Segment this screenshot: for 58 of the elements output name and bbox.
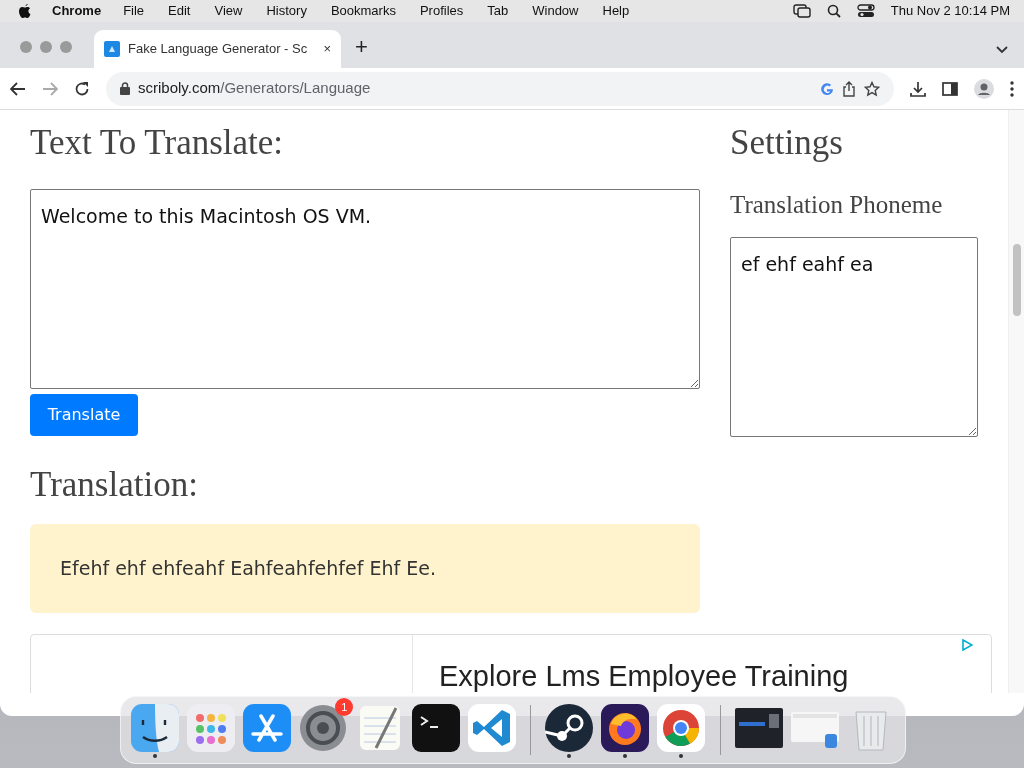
translation-text: Efehf ehf ehfeahf Eahfeahfehfef Ehf Ee. xyxy=(60,556,436,582)
face-app-icon[interactable] xyxy=(131,704,179,752)
tab-close[interactable]: × xyxy=(323,39,331,59)
google-icon[interactable] xyxy=(820,81,834,96)
tab-title: Fake Language Generator - Sc xyxy=(128,40,309,59)
menu-item[interactable]: Window xyxy=(532,1,579,21)
ad-choices-icon[interactable] xyxy=(961,639,973,651)
reload-icon[interactable] xyxy=(74,80,90,97)
lock-icon xyxy=(120,82,130,95)
gear-app-icon[interactable] xyxy=(299,704,348,752)
settings-heading: Settings xyxy=(730,122,844,164)
app-store-icon[interactable] xyxy=(243,704,292,752)
search-icon[interactable] xyxy=(826,4,841,18)
profile-icon[interactable] xyxy=(974,78,994,99)
ad-headline[interactable]: Explore Lms Employee Training xyxy=(413,659,849,693)
chrome-icon[interactable] xyxy=(657,704,706,752)
toggles-icon[interactable] xyxy=(856,4,875,18)
menu-item[interactable]: History xyxy=(266,1,307,21)
download-icon[interactable] xyxy=(910,80,926,97)
more-icon[interactable] xyxy=(1010,80,1014,97)
menu-item[interactable]: Edit xyxy=(168,1,191,21)
windows-icon[interactable] xyxy=(792,4,811,18)
running-indicator xyxy=(153,754,157,758)
new-tab-button[interactable]: + xyxy=(355,36,368,58)
menu-item[interactable]: Tab xyxy=(487,1,509,21)
grid-app-icon[interactable] xyxy=(187,704,236,752)
back-icon[interactable] xyxy=(10,81,26,96)
menu-item[interactable]: Help xyxy=(602,1,630,21)
app-name[interactable]: Chrome xyxy=(52,1,102,21)
menu-item[interactable]: File xyxy=(123,1,145,21)
section-heading: Text To Translate: xyxy=(30,122,285,164)
menu-item[interactable]: Bookmarks xyxy=(330,1,396,21)
browser-tab[interactable]: Fake Language Generator - Sc × xyxy=(94,30,341,68)
running-indicator xyxy=(567,754,572,758)
apple-icon[interactable] xyxy=(18,3,32,19)
favicon-icon xyxy=(104,41,120,57)
running-indicator xyxy=(679,754,684,758)
steam-icon[interactable] xyxy=(545,704,594,752)
terminal-icon[interactable] xyxy=(411,704,460,752)
url-text: scriboly.com/Generators/Language xyxy=(138,78,371,99)
section-heading: Translation: xyxy=(30,464,199,506)
fox-browser-icon[interactable] xyxy=(601,704,650,752)
side-panel-icon[interactable] xyxy=(942,81,958,96)
star-icon[interactable] xyxy=(864,80,880,97)
menu-clock[interactable]: Thu Nov 2 10:14 PM xyxy=(890,1,1010,21)
text-input[interactable]: Welcome to this Macintosh OS VM. xyxy=(30,189,700,389)
share-icon[interactable] xyxy=(842,80,856,97)
field-label: Translation Phoneme xyxy=(730,190,944,220)
translate-button[interactable]: Translate xyxy=(30,394,138,436)
menu-item[interactable]: Profiles xyxy=(419,1,464,21)
notification-badge: 1 xyxy=(335,698,354,716)
chevron-down-icon[interactable] xyxy=(996,46,1008,54)
scrollbar-thumb[interactable] xyxy=(1013,244,1021,316)
menu-item[interactable]: View xyxy=(214,1,243,21)
code-editor-icon[interactable] xyxy=(467,704,516,752)
phoneme-input[interactable]: ef ehf eahf ea xyxy=(730,237,978,437)
running-indicator xyxy=(623,754,628,758)
address-bar[interactable]: scriboly.com/Generators/Language xyxy=(106,71,894,106)
